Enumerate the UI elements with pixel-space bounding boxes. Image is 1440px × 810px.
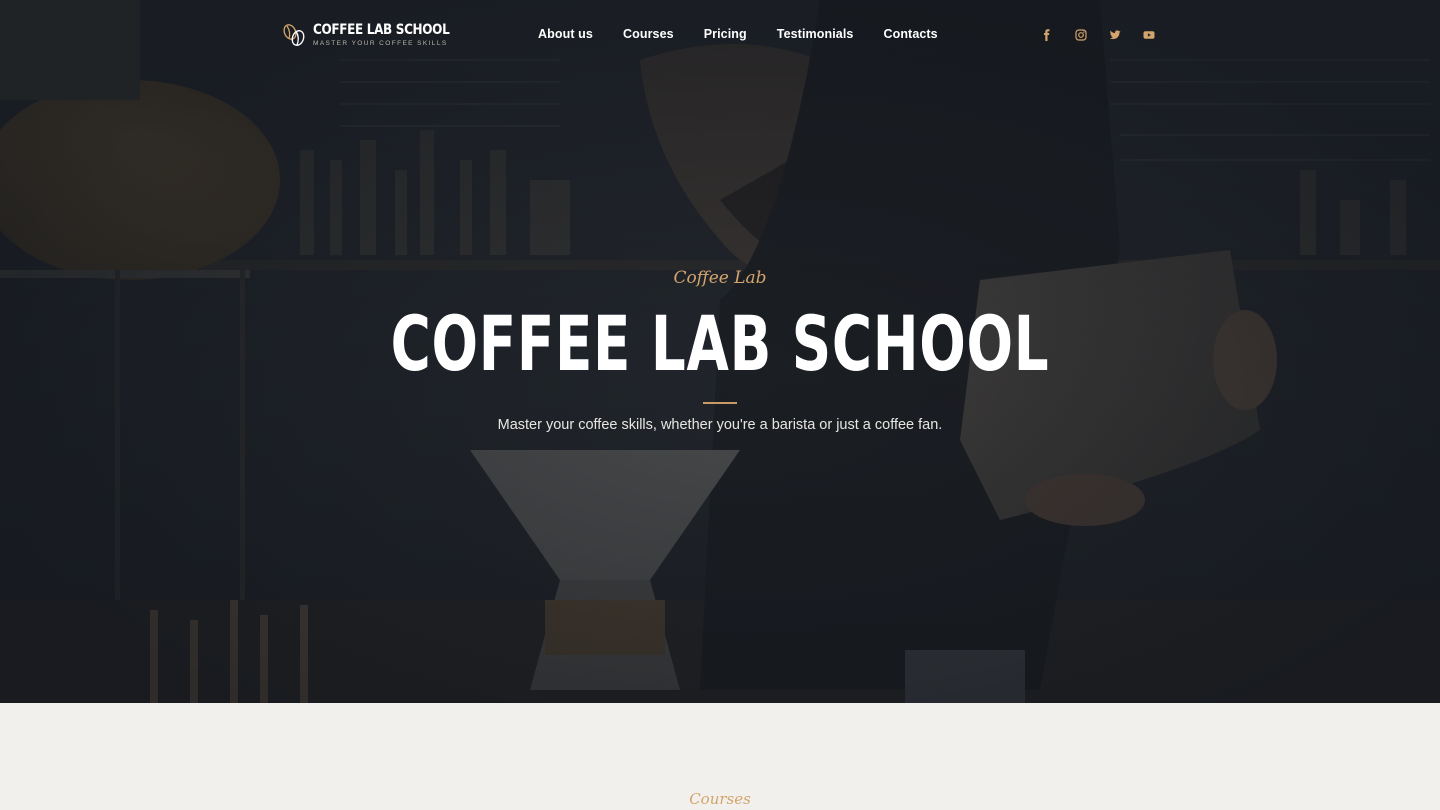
social-links — [1039, 27, 1157, 43]
main-nav: About us Courses Pricing Testimonials Co… — [538, 27, 968, 41]
coffee-bean-logo-icon — [283, 24, 305, 46]
facebook-icon[interactable] — [1039, 27, 1055, 43]
site-header: COFFEE LAB SCHOOL MASTER YOUR COFFEE SKI… — [0, 0, 1440, 70]
hero-subtitle: Master your coffee skills, whether you'r… — [497, 417, 943, 433]
nav-item-pricing[interactable]: Pricing — [704, 27, 747, 41]
nav-item-courses[interactable]: Courses — [623, 27, 674, 41]
nav-item-about-us[interactable]: About us — [538, 27, 593, 41]
logo-tagline: MASTER YOUR COFFEE SKILLS — [313, 40, 448, 47]
hero-divider — [703, 402, 737, 404]
hero-eyebrow: Coffee Lab — [673, 268, 767, 288]
nav-item-contacts[interactable]: Contacts — [883, 27, 937, 41]
site-logo[interactable]: COFFEE LAB SCHOOL MASTER YOUR COFFEE SKI… — [281, 22, 472, 48]
instagram-icon[interactable] — [1073, 27, 1089, 43]
youtube-icon[interactable] — [1141, 27, 1157, 43]
nav-item-testimonials[interactable]: Testimonials — [777, 27, 854, 41]
logo-title: COFFEE LAB SCHOOL — [313, 22, 450, 38]
courses-section-eyebrow: Courses — [689, 790, 751, 808]
twitter-icon[interactable] — [1107, 27, 1123, 43]
hero-title: COFFEE LAB SCHOOL — [390, 299, 1050, 388]
